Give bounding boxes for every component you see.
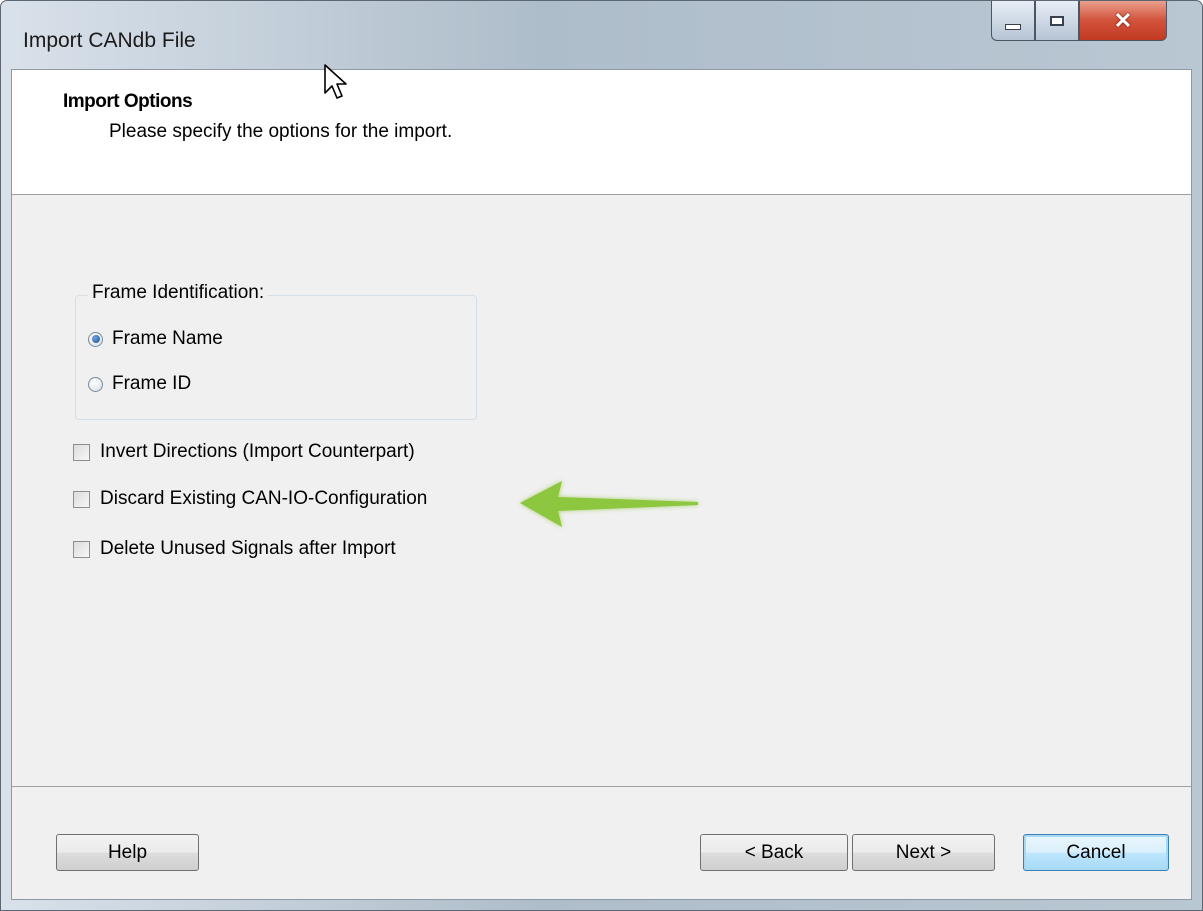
mouse-cursor-icon (324, 64, 347, 99)
close-icon: ✕ (1113, 7, 1133, 33)
close-button[interactable]: ✕ (1079, 1, 1167, 41)
help-button[interactable]: Help (56, 834, 199, 871)
title-bar[interactable]: Import CANdb File ✕ (1, 1, 1202, 69)
invert-directions-option[interactable]: Invert Directions (Import Counterpart) (73, 441, 415, 463)
discard-config-option[interactable]: Discard Existing CAN-IO-Configuration (73, 488, 427, 510)
back-button[interactable]: < Back (700, 834, 848, 871)
page-subtitle: Please specify the options for the impor… (109, 121, 453, 142)
maximize-button[interactable] (1035, 1, 1079, 41)
delete-unused-checkbox[interactable] (73, 540, 90, 558)
green-arrow-icon (520, 481, 698, 527)
radio-frame-id[interactable]: Frame ID (88, 373, 191, 395)
delete-unused-option[interactable]: Delete Unused Signals after Import (73, 538, 396, 560)
checkbox-label: Invert Directions (Import Counterpart) (100, 441, 415, 462)
group-legend: Frame Identification: (88, 282, 269, 304)
radio-frame-name[interactable]: Frame Name (88, 328, 223, 350)
checkbox-label: Delete Unused Signals after Import (100, 538, 396, 559)
maximize-icon (1050, 15, 1064, 26)
next-button[interactable]: Next > (852, 834, 995, 871)
radio-dot-icon (91, 335, 100, 343)
frame-identification-group: Frame Identification: Frame Name Frame I… (75, 282, 477, 420)
dialog-client-area: Import Options Please specify the option… (11, 69, 1192, 900)
footer-divider (12, 786, 1191, 787)
cancel-button[interactable]: Cancel (1023, 834, 1169, 871)
page-title: Import Options (63, 91, 193, 112)
wizard-header: Import Options Please specify the option… (12, 70, 1191, 195)
discard-config-checkbox[interactable] (73, 490, 90, 508)
import-candb-dialog: Import CANdb File ✕ Import Options Pleas… (0, 0, 1203, 911)
radio-label: Frame ID (112, 373, 192, 394)
checkbox-label: Discard Existing CAN-IO-Configuration (100, 488, 428, 509)
window-title: Import CANdb File (23, 29, 196, 52)
radio-button[interactable] (88, 376, 103, 392)
invert-directions-checkbox[interactable] (73, 443, 90, 461)
minimize-icon (1005, 23, 1021, 30)
radio-label: Frame Name (112, 328, 223, 349)
minimize-button[interactable] (991, 1, 1035, 41)
radio-button-checked[interactable] (88, 331, 103, 347)
